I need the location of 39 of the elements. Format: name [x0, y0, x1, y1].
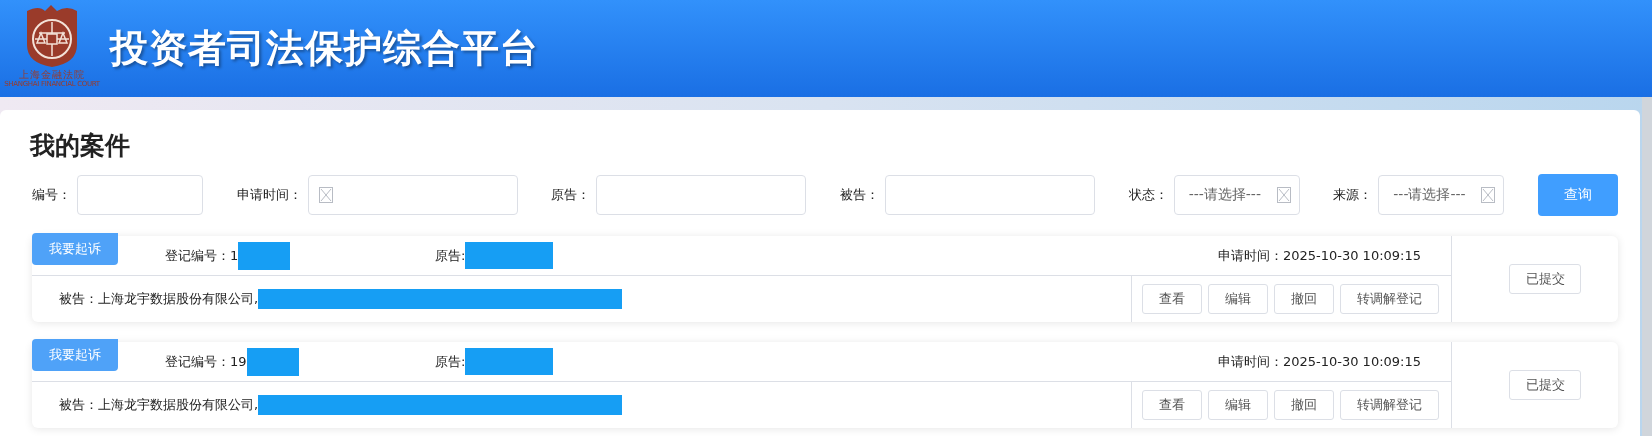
action-button[interactable]: 查看	[1142, 284, 1202, 314]
redaction-block	[238, 241, 291, 270]
registration-number: 登记编号：19	[165, 352, 247, 371]
filter-label: 被告：	[839, 186, 879, 204]
status-button[interactable]: 已提交	[1509, 370, 1581, 400]
text-input[interactable]	[77, 175, 203, 215]
broken-image-icon	[1276, 187, 1291, 203]
scrollbar[interactable]	[1642, 97, 1652, 436]
action-button[interactable]: 编辑	[1208, 390, 1268, 420]
filter-label: 原告：	[551, 186, 591, 204]
defendant-text: 被告：上海龙宇数据股份有限公司,	[59, 396, 259, 414]
defendant-text: 被告：上海龙宇数据股份有限公司,	[59, 290, 259, 308]
broken-image-icon	[1481, 187, 1496, 203]
action-button[interactable]: 撤回	[1274, 284, 1334, 314]
filter-label: 状态：	[1128, 186, 1168, 204]
plaintiff-label: 原告:	[435, 352, 466, 371]
filter-label: 申请时间：	[236, 186, 302, 204]
registration-number: 登记编号：1	[165, 246, 239, 265]
application-time: 申请时间：2025-10-30 10:09:15	[1217, 352, 1421, 371]
court-name: 上海金融法院	[19, 68, 85, 80]
plaintiff-label: 原告:	[435, 246, 466, 265]
action-button[interactable]: 查看	[1142, 390, 1202, 420]
action-button[interactable]: 转调解登记	[1340, 390, 1439, 420]
text-input[interactable]	[884, 175, 1095, 215]
action-button[interactable]: 转调解登记	[1340, 284, 1439, 314]
text-input[interactable]	[596, 175, 807, 215]
select-field[interactable]: ---请选择---	[1378, 175, 1505, 215]
page-title: 我的案件	[28, 130, 130, 162]
status-button[interactable]: 已提交	[1509, 264, 1581, 294]
filter-label: 编号：	[32, 186, 71, 204]
action-button[interactable]: 撤回	[1274, 390, 1334, 420]
action-button[interactable]: 编辑	[1208, 284, 1268, 314]
filter-label: 来源：	[1333, 186, 1373, 204]
select-field[interactable]: ---请选择---	[1173, 175, 1300, 215]
redaction-block	[246, 347, 299, 376]
date-input[interactable]	[307, 175, 518, 215]
application-time: 申请时间：2025-10-30 10:09:15	[1217, 246, 1421, 265]
platform-title: 投资者司法保护综合平台	[110, 25, 539, 72]
broken-image-icon	[318, 187, 333, 203]
